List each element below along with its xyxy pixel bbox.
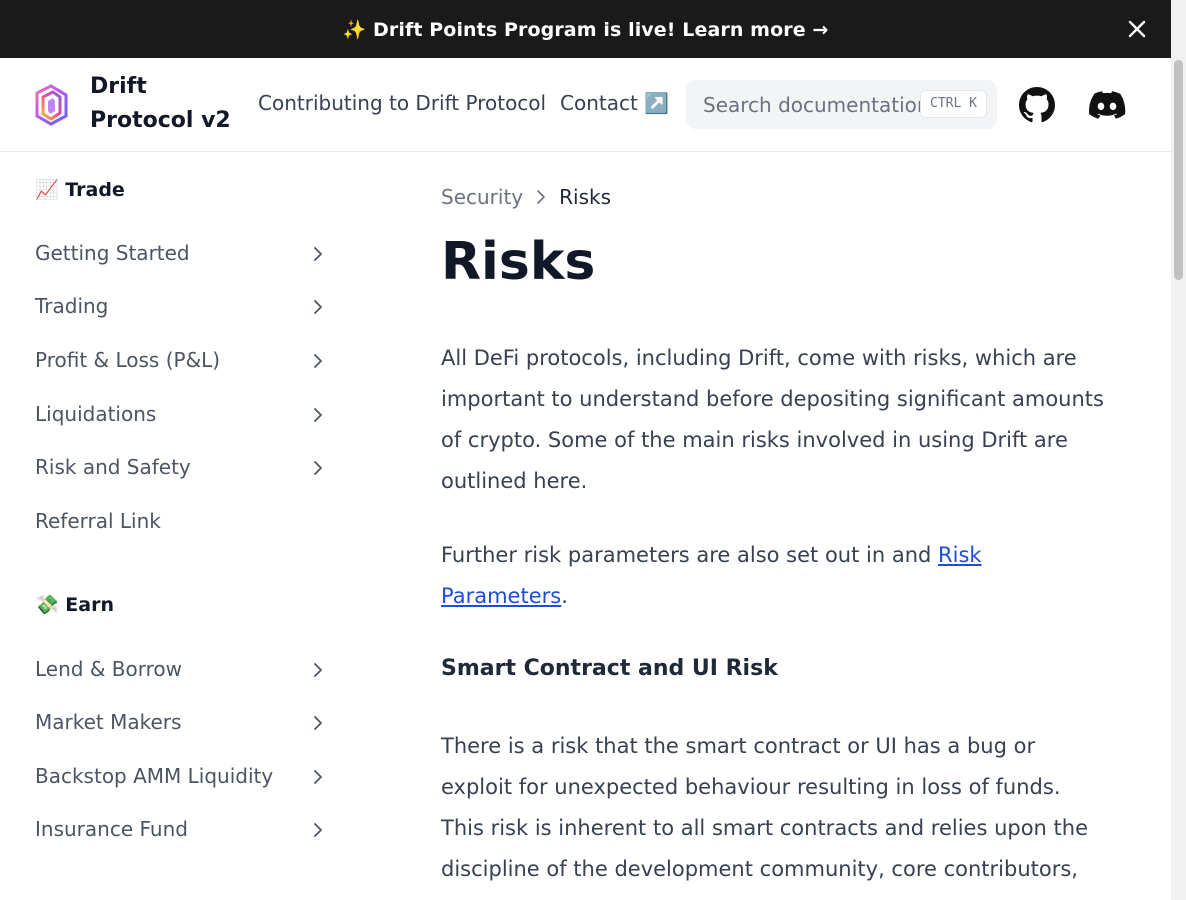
sidebar-item-label: Backstop AMM Liquidity (35, 764, 274, 788)
paragraph-text: Further risk parameters are also set out… (441, 543, 939, 567)
risk-params-paragraph: Further risk parameters are also set out… (441, 535, 1106, 617)
discord-icon[interactable] (1088, 91, 1126, 119)
sidebar-item-backstop-amm[interactable]: Backstop AMM Liquidity (35, 759, 330, 795)
site-title[interactable]: Drift Protocol v2 (90, 70, 240, 138)
sidebar-item-market-makers[interactable]: Market Makers (35, 705, 330, 741)
sidebar-item-profit-loss[interactable]: Profit & Loss (P&L) (35, 343, 330, 379)
paragraph-text: . (561, 584, 568, 608)
chevron-right-icon (314, 408, 322, 422)
sidebar-item-liquidations[interactable]: Liquidations (35, 397, 330, 433)
banner-text: Drift Points Program is live! Learn more… (373, 18, 829, 41)
sparkles-icon: ✨ (342, 18, 367, 41)
nav-contact-link[interactable]: Contact ↗️ (560, 91, 669, 115)
chevron-right-icon (314, 300, 322, 314)
sidebar-item-label: Insurance Fund (35, 817, 188, 841)
sidebar-item-label: Referral Link (35, 509, 161, 533)
smart-contract-risk-paragraph: There is a risk that the smart contract … (441, 734, 1089, 900)
sidebar-item-referral-link[interactable]: Referral Link (35, 504, 330, 540)
chevron-right-icon (314, 770, 322, 784)
breadcrumb-current: Risks (559, 185, 612, 209)
drift-logo-icon[interactable] (33, 83, 69, 127)
search-input[interactable]: Search documentation... CTRL K (686, 80, 997, 129)
sidebar-item-trading[interactable]: Trading (35, 289, 330, 325)
page-scrollbar[interactable] (1171, 0, 1186, 900)
sidebar-item-label: Lend & Borrow (35, 657, 182, 681)
sidebar: 📈 Trade Getting Started Trading Profit &… (0, 152, 350, 900)
site-header: Drift Protocol v2 Contributing to Drift … (0, 58, 1171, 152)
sidebar-item-label: Trading (35, 294, 109, 318)
chevron-right-icon (314, 716, 322, 730)
section-heading-smart-contract-risk: Smart Contract and UI Risk (441, 656, 778, 681)
breadcrumb-parent-link[interactable]: Security (441, 185, 523, 209)
chevron-right-icon (314, 461, 322, 475)
sidebar-section-earn: 💸 Earn (35, 594, 114, 616)
page-title: Risks (441, 232, 596, 292)
sidebar-item-label: Risk and Safety (35, 455, 191, 479)
announcement-banner: ✨ Drift Points Program is live! Learn mo… (0, 0, 1171, 58)
chevron-right-icon (314, 823, 322, 837)
sidebar-item-label: Market Makers (35, 710, 182, 734)
sidebar-section-trade: 📈 Trade (35, 179, 125, 201)
sidebar-item-insurance-fund[interactable]: Insurance Fund (35, 812, 330, 848)
chevron-right-icon (537, 190, 545, 204)
banner-link[interactable]: ✨ Drift Points Program is live! Learn mo… (343, 18, 829, 41)
scrollbar-thumb[interactable] (1174, 60, 1183, 280)
search-shortcut-badge: CTRL K (920, 90, 987, 118)
chevron-right-icon (314, 354, 322, 368)
sidebar-item-lend-borrow[interactable]: Lend & Borrow (35, 652, 330, 688)
chevron-right-icon (314, 663, 322, 677)
sidebar-item-label: Getting Started (35, 241, 190, 265)
search-placeholder: Search documentation... (703, 93, 949, 117)
github-icon[interactable] (1019, 87, 1055, 123)
close-icon[interactable] (1125, 17, 1149, 41)
breadcrumb: Security Risks (441, 185, 611, 209)
chevron-right-icon (314, 247, 322, 261)
nav-contributing-link[interactable]: Contributing to Drift Protocol (258, 91, 546, 115)
intro-paragraph: All DeFi protocols, including Drift, com… (441, 346, 1104, 493)
sidebar-item-getting-started[interactable]: Getting Started (35, 236, 330, 272)
site-title-line1: Drift (90, 74, 147, 99)
sidebar-item-risk-and-safety[interactable]: Risk and Safety (35, 450, 330, 486)
site-title-line2: Protocol v2 (90, 108, 231, 133)
sidebar-item-label: Liquidations (35, 402, 157, 426)
sidebar-item-label: Profit & Loss (P&L) (35, 348, 221, 372)
